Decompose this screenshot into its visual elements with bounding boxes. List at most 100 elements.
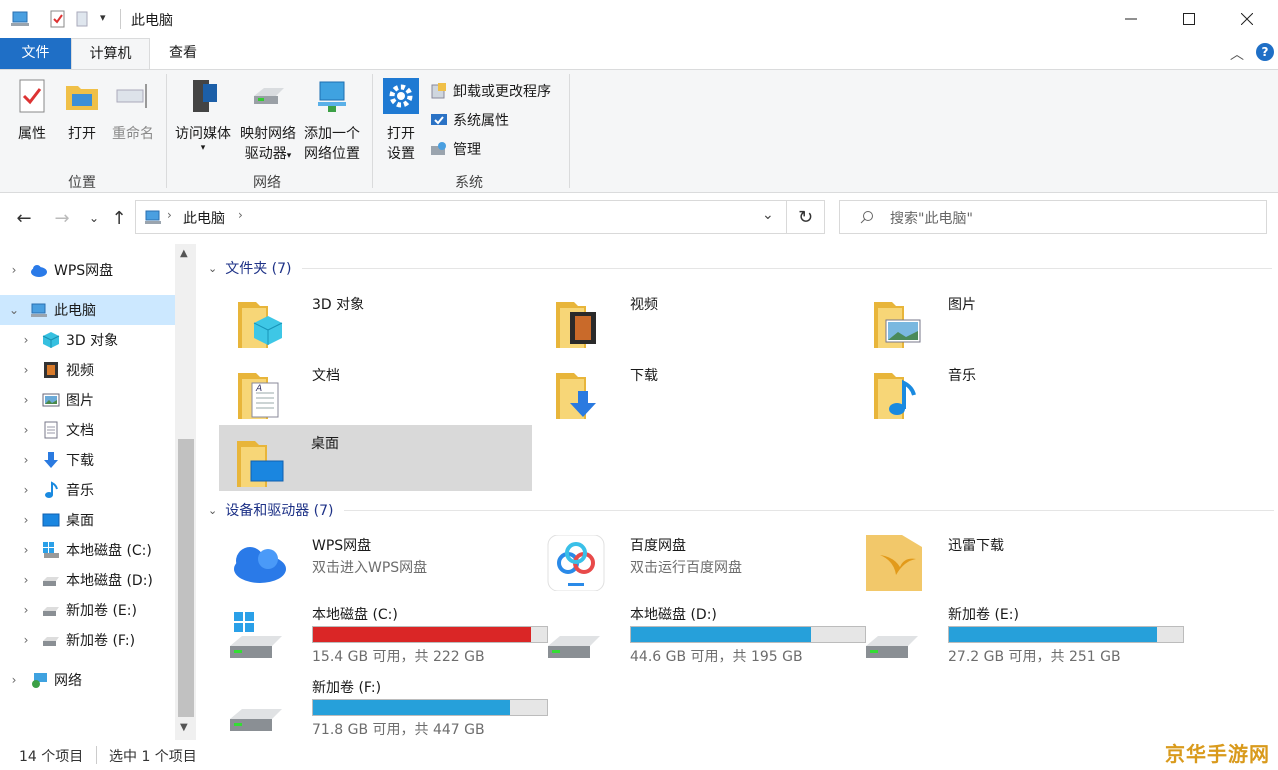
drive-f[interactable]: 新加卷 (F:) 71.8 GB 可用，共 447 GB [220, 673, 548, 739]
folder-desktop[interactable]: 桌面 [219, 425, 532, 491]
tree-item-videos[interactable]: › 视频 [0, 355, 175, 385]
tree-item-desktop[interactable]: › 桌面 [0, 505, 175, 535]
drive-name: 新加卷 (E:) [948, 607, 1019, 623]
tree-item-documents[interactable]: › 文档 [0, 415, 175, 445]
tree-item-wps[interactable]: › WPS网盘 [0, 255, 175, 285]
folders-section-header[interactable]: ⌄ 文件夹 (7) [208, 258, 1272, 278]
maximize-button[interactable] [1160, 0, 1218, 38]
drive-d[interactable]: 本地磁盘 (D:) 44.6 GB 可用，共 195 GB [538, 600, 866, 666]
minimize-button[interactable] [1102, 0, 1160, 38]
search-input[interactable]: 搜索"此电脑" [890, 208, 973, 228]
tree-item-music[interactable]: › 音乐 [0, 475, 175, 505]
map-drive-button[interactable]: 映射网络 驱动器▾ [237, 78, 299, 166]
drive-usage-fill [313, 627, 531, 642]
folder-pictures[interactable]: 图片 [856, 286, 1170, 352]
drives-section-header[interactable]: ⌄ 设备和驱动器 (7) [208, 500, 1274, 520]
expand-chevron-icon[interactable]: › [20, 573, 32, 587]
expand-chevron-icon[interactable]: › [20, 603, 32, 617]
scroll-down-icon[interactable]: ▼ [180, 722, 188, 733]
breadcrumb-item[interactable]: 此电脑 [183, 208, 225, 228]
folder-music[interactable]: 音乐 [856, 357, 1170, 423]
tab-computer[interactable]: 计算机 [71, 38, 150, 70]
app-xunlei-download[interactable]: 迅雷下载 [856, 527, 1170, 593]
drive-free-space: 44.6 GB 可用，共 195 GB [630, 649, 803, 665]
search-box[interactable]: 搜索"此电脑" [839, 200, 1267, 234]
properties-quick-icon[interactable] [48, 9, 68, 29]
chevron-down-icon[interactable]: ▾ [100, 11, 106, 31]
tree-item-3d-objects[interactable]: › 3D 对象 [0, 325, 175, 355]
ribbon: 属性 打开 重命名 位置 访问媒体 ▾ 映射网络 驱动器▾ 添加一个 网络位置 [0, 69, 1278, 193]
folder-downloads[interactable]: 下载 [538, 357, 852, 423]
selected-count: 选中 1 个项目 [109, 749, 197, 765]
access-media-button[interactable]: 访问媒体 ▾ [172, 78, 234, 153]
properties-button[interactable]: 属性 [12, 78, 52, 144]
tree-item-drive-c[interactable]: › 本地磁盘 (C:) [0, 535, 175, 565]
address-dropdown-icon[interactable]: ⌄ [762, 207, 774, 223]
tree-item-label: 新加卷 (F:) [66, 633, 136, 649]
expand-chevron-icon[interactable]: › [20, 363, 32, 377]
expand-chevron-icon[interactable]: › [20, 333, 32, 347]
tree-item-network[interactable]: › 网络 [0, 665, 175, 695]
film-icon [44, 362, 58, 378]
nav-scroll-thumb[interactable] [178, 439, 194, 717]
rename-button[interactable]: 重命名 [108, 78, 158, 144]
expand-chevron-icon[interactable]: › [20, 423, 32, 437]
help-icon[interactable]: ? [1256, 43, 1274, 61]
uninstall-program-button[interactable]: 卸载或更改程序 [430, 80, 551, 102]
manage-button[interactable]: 管理 [430, 138, 481, 160]
tree-item-downloads[interactable]: › 下载 [0, 445, 175, 475]
collapse-chevron-icon[interactable]: ⌄ [8, 303, 20, 317]
refresh-button[interactable]: ↻ [787, 200, 825, 234]
folder-documents[interactable]: A 文档 [220, 357, 534, 423]
folder-videos[interactable]: 视频 [538, 286, 852, 352]
add-network-location-button[interactable]: 添加一个 网络位置 [301, 78, 363, 164]
recent-locations-button[interactable]: ⌄ [82, 206, 106, 230]
tab-view[interactable]: 查看 [150, 38, 216, 69]
tab-file[interactable]: 文件 [0, 38, 71, 69]
up-button[interactable]: ↑ [107, 206, 131, 230]
app-baidu-drive[interactable]: 百度网盘 双击运行百度网盘 [538, 527, 852, 593]
tree-item-drive-d[interactable]: › 本地磁盘 (D:) [0, 565, 175, 595]
expand-chevron-icon[interactable]: › [8, 673, 20, 687]
expand-chevron-icon[interactable]: › [20, 543, 32, 557]
uninstall-icon [431, 83, 446, 99]
open-button[interactable]: 打开 [62, 78, 102, 144]
drive-name: 百度网盘 [630, 538, 686, 554]
app-wps-drive[interactable]: WPS网盘 双击进入WPS网盘 [220, 527, 534, 593]
collapse-chevron-icon[interactable]: ⌄ [208, 262, 217, 275]
scroll-up-icon[interactable]: ▲ [180, 248, 188, 259]
expand-chevron-icon[interactable]: › [20, 393, 32, 407]
tree-item-pictures[interactable]: › 图片 [0, 385, 175, 415]
rename-icon [116, 84, 147, 108]
back-button[interactable]: ← [12, 206, 36, 230]
system-properties-button[interactable]: 系统属性 [430, 109, 509, 131]
drive-usage-bar [312, 626, 548, 643]
forward-button[interactable]: → [50, 206, 74, 230]
access-media-label: 访问媒体 [175, 126, 231, 142]
tree-item-drive-e[interactable]: › 新加卷 (E:) [0, 595, 175, 625]
drive-e[interactable]: 新加卷 (E:) 27.2 GB 可用，共 251 GB [856, 600, 1184, 666]
open-settings-button[interactable]: 打开 设置 [380, 78, 422, 164]
expand-chevron-icon[interactable]: › [20, 483, 32, 497]
expand-chevron-icon[interactable]: › [20, 513, 32, 527]
expand-chevron-icon[interactable]: › [8, 263, 20, 277]
close-button[interactable] [1218, 0, 1276, 38]
drive-subtitle: 双击进入WPS网盘 [312, 560, 428, 576]
expand-chevron-icon[interactable]: › [20, 633, 32, 647]
tree-item-this-pc[interactable]: ⌄ 此电脑 [0, 295, 175, 325]
collapse-ribbon-icon[interactable]: ︿ [1230, 44, 1244, 64]
drive-c[interactable]: 本地磁盘 (C:) 15.4 GB 可用，共 222 GB [220, 600, 548, 666]
breadcrumb-chevron-icon[interactable]: › [167, 208, 172, 222]
new-folder-quick-icon[interactable] [74, 9, 90, 29]
uninstall-label: 卸载或更改程序 [453, 84, 551, 100]
tree-item-drive-f[interactable]: › 新加卷 (F:) [0, 625, 175, 655]
divider [120, 9, 121, 29]
rename-label: 重命名 [112, 126, 154, 142]
folder-3d-objects[interactable]: 3D 对象 [220, 286, 534, 352]
breadcrumb-chevron-icon[interactable]: › [238, 208, 243, 222]
tree-item-label: 视频 [66, 363, 94, 379]
folder-name: 下载 [630, 368, 658, 384]
address-bar[interactable]: › 此电脑 › ⌄ [135, 200, 787, 234]
collapse-chevron-icon[interactable]: ⌄ [208, 504, 217, 517]
expand-chevron-icon[interactable]: › [20, 453, 32, 467]
